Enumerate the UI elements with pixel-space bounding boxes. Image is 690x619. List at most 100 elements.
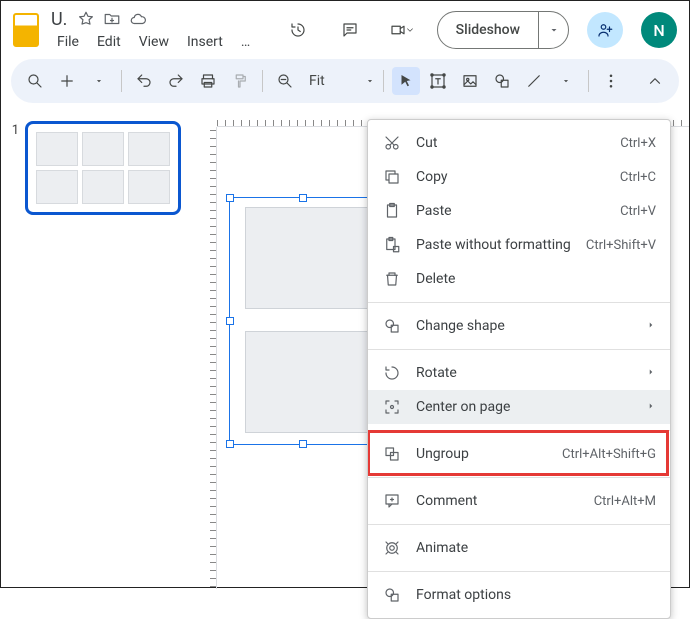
more-tools[interactable] (597, 67, 625, 95)
cut-icon (382, 133, 402, 153)
context-menu-comment[interactable]: Comment Ctrl+Alt+M (368, 484, 670, 518)
toolbar-separator (262, 70, 263, 92)
slideshow-label[interactable]: Slideshow (438, 22, 538, 38)
redo-button[interactable] (162, 67, 190, 95)
textbox-tool[interactable] (424, 67, 452, 95)
context-menu-separator (368, 477, 670, 478)
shape-icon (382, 316, 402, 336)
context-menu-rotate[interactable]: Rotate (368, 356, 670, 390)
select-tool[interactable] (392, 67, 420, 95)
context-menu-ungroup[interactable]: Ungroup Ctrl+Alt+Shift+G (368, 437, 670, 471)
menu-bar: File Edit View Insert … (49, 32, 258, 52)
context-menu-label: Copy (416, 169, 606, 185)
context-menu-shortcut: Ctrl+V (620, 204, 656, 219)
zoom-select[interactable]: Fit (303, 73, 331, 89)
vertical-ruler (197, 127, 217, 589)
slide-thumbnail[interactable] (25, 121, 181, 215)
ungroup-icon (382, 444, 402, 464)
animate-icon (382, 538, 402, 558)
search-menu-icon[interactable] (21, 67, 49, 95)
toolbar: Fit (11, 59, 679, 103)
context-menu-separator (368, 302, 670, 303)
context-menu-label: Center on page (416, 399, 632, 415)
zoom-dropdown[interactable] (335, 67, 375, 95)
thumbnail-panel[interactable]: 1 (1, 109, 197, 589)
account-avatar[interactable]: N (641, 12, 677, 48)
copy-icon (382, 167, 402, 187)
context-menu-format-options[interactable]: Format options (368, 578, 670, 612)
toolbar-separator (383, 70, 384, 92)
paint-format-button[interactable] (226, 67, 254, 95)
zoom-out-icon[interactable] (271, 67, 299, 95)
submenu-arrow-icon (646, 318, 656, 334)
thumbnail-number: 1 (7, 121, 19, 577)
slideshow-button[interactable]: Slideshow (437, 11, 569, 49)
undo-button[interactable] (130, 67, 158, 95)
context-menu-label: Animate (416, 540, 642, 556)
slides-logo-icon[interactable] (13, 13, 39, 47)
comment-icon (382, 491, 402, 511)
paste-fmt-icon (382, 235, 402, 255)
context-menu-cut[interactable]: Cut Ctrl+X (368, 126, 670, 160)
menu-more[interactable]: … (233, 32, 258, 52)
menu-insert[interactable]: Insert (179, 32, 231, 52)
cloud-status-icon[interactable] (129, 10, 147, 28)
line-dropdown[interactable] (552, 67, 580, 95)
slideshow-dropdown[interactable] (538, 12, 568, 48)
context-menu-label: Format options (416, 587, 642, 603)
context-menu-paste-without-formatting[interactable]: Paste without formatting Ctrl+Shift+V (368, 228, 670, 262)
paste-icon (382, 201, 402, 221)
context-menu-label: Delete (416, 271, 642, 287)
menu-edit[interactable]: Edit (89, 32, 129, 52)
history-icon[interactable] (281, 13, 315, 47)
document-title[interactable]: U. (49, 9, 69, 30)
context-menu-separator (368, 571, 670, 572)
new-slide-button[interactable] (53, 67, 81, 95)
context-menu-shortcut: Ctrl+Shift+V (586, 238, 656, 253)
menu-view[interactable]: View (131, 32, 177, 52)
center-icon (382, 397, 402, 417)
context-menu-separator (368, 524, 670, 525)
image-tool[interactable] (456, 67, 484, 95)
context-menu-shortcut: Ctrl+Alt+M (594, 494, 656, 509)
context-menu-label: Change shape (416, 318, 632, 334)
toolbar-separator (588, 70, 589, 92)
comments-icon[interactable] (333, 13, 367, 47)
context-menu-shortcut: Ctrl+Alt+Shift+G (562, 447, 656, 462)
collapse-toolbar[interactable] (641, 67, 669, 95)
line-tool[interactable] (520, 67, 548, 95)
submenu-arrow-icon (646, 365, 656, 381)
shape-tool[interactable] (488, 67, 516, 95)
print-button[interactable] (194, 67, 222, 95)
context-menu-shortcut: Ctrl+C (620, 170, 656, 185)
title-bar: U. File Edit View Insert … Slideshow N (1, 1, 689, 53)
context-menu-label: Paste without formatting (416, 237, 572, 253)
toolbar-separator (121, 70, 122, 92)
context-menu-label: Cut (416, 135, 606, 151)
star-icon[interactable] (77, 10, 95, 28)
menu-file[interactable]: File (49, 32, 87, 52)
context-menu-label: Paste (416, 203, 606, 219)
context-menu-separator (368, 430, 670, 431)
rotate-icon (382, 363, 402, 383)
meet-icon[interactable] (385, 13, 419, 47)
selection-outline[interactable] (229, 197, 377, 445)
share-button[interactable] (587, 12, 623, 48)
submenu-arrow-icon (646, 399, 656, 415)
delete-icon (382, 269, 402, 289)
context-menu-shortcut: Ctrl+X (620, 136, 656, 151)
context-menu-label: Comment (416, 493, 580, 509)
context-menu-label: Ungroup (416, 446, 548, 462)
context-menu-label: Rotate (416, 365, 632, 381)
format-icon (382, 585, 402, 605)
context-menu-paste[interactable]: Paste Ctrl+V (368, 194, 670, 228)
move-folder-icon[interactable] (103, 10, 121, 28)
context-menu-copy[interactable]: Copy Ctrl+C (368, 160, 670, 194)
context-menu-center-on-page[interactable]: Center on page (368, 390, 670, 424)
context-menu-separator (368, 349, 670, 350)
context-menu: Cut Ctrl+X Copy Ctrl+C Paste Ctrl+V Paste with… (367, 119, 671, 619)
new-slide-dropdown[interactable] (85, 67, 113, 95)
context-menu-animate[interactable]: Animate (368, 531, 670, 565)
context-menu-delete[interactable]: Delete (368, 262, 670, 296)
context-menu-change-shape[interactable]: Change shape (368, 309, 670, 343)
